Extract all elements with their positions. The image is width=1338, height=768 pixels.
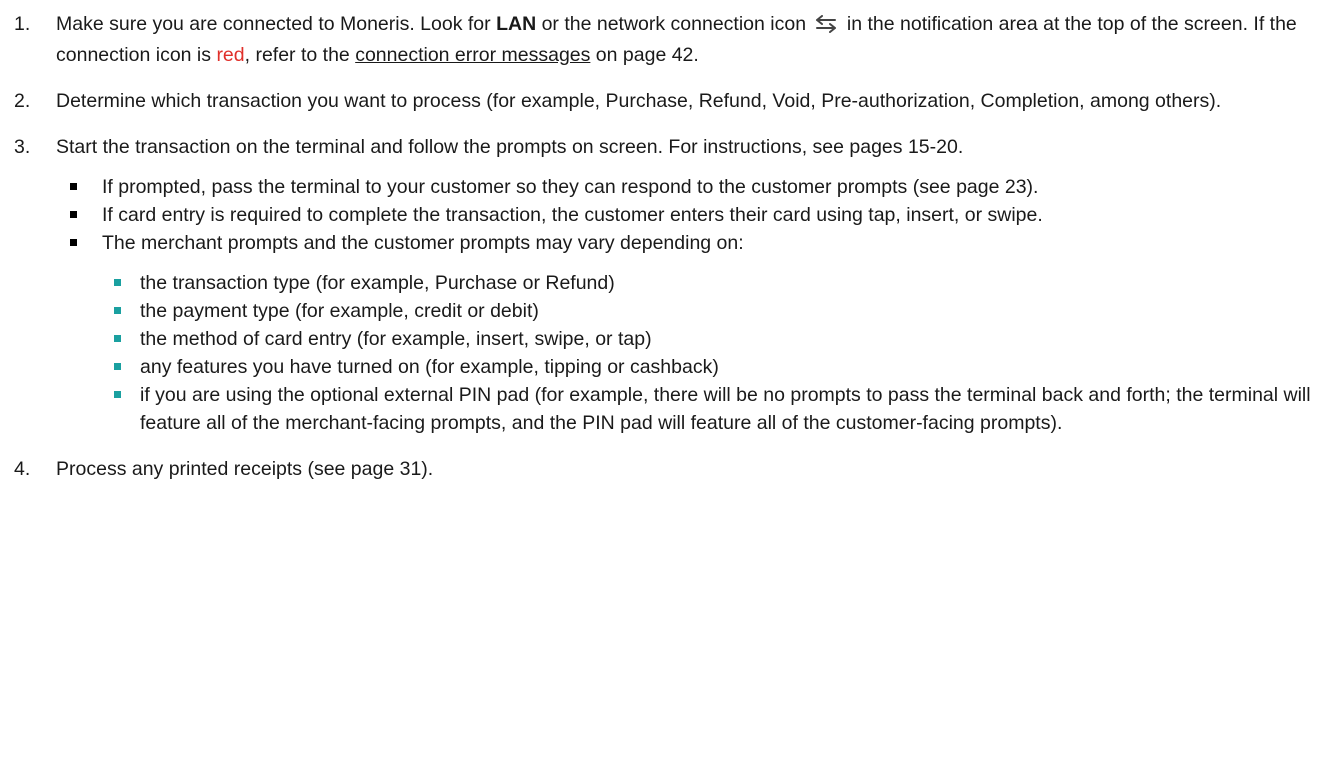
step-4: 4. Process any printed receipts (see pag… <box>0 455 1338 483</box>
square-bullet-icon <box>70 239 77 246</box>
step-text: Determine which transaction you want to … <box>56 90 1222 112</box>
step-text: Make sure you are connected to Moneris. … <box>56 13 497 35</box>
bullet-text: The merchant prompts and the customer pr… <box>102 232 744 254</box>
teal-bullet-icon <box>114 391 121 398</box>
bullet-text: the method of card entry (for example, i… <box>140 328 652 350</box>
square-bullet-icon <box>70 211 77 218</box>
list-item: If prompted, pass the terminal to your c… <box>56 173 1318 201</box>
lan-label: LAN <box>496 13 537 35</box>
teal-bullet-icon <box>114 335 121 342</box>
step-text: or the network connection icon <box>536 13 807 35</box>
list-item: If card entry is required to complete th… <box>56 201 1318 229</box>
bullet-text: the transaction type (for example, Purch… <box>140 272 615 294</box>
teal-bullet-icon <box>114 307 121 314</box>
red-word: red <box>216 44 245 66</box>
document-page: 1. Make sure you are connected to Moneri… <box>0 0 1338 768</box>
step-number: 3. <box>14 136 31 158</box>
step-3-bullets: If prompted, pass the terminal to your c… <box>56 173 1318 437</box>
step-1: 1. Make sure you are connected to Moneri… <box>0 10 1338 69</box>
bullet-text: If prompted, pass the terminal to your c… <box>102 176 1039 198</box>
step-2: 2. Determine which transaction you want … <box>0 87 1338 115</box>
step-number: 4. <box>14 458 31 480</box>
teal-bullet-icon <box>114 363 121 370</box>
step-text: on page 42. <box>590 44 699 66</box>
step-number: 2. <box>14 90 31 112</box>
variation-bullets: the transaction type (for example, Purch… <box>102 269 1318 437</box>
step-text: Process any printed receipts (see page 3… <box>56 458 434 480</box>
square-bullet-icon <box>70 183 77 190</box>
list-item: any features you have turned on (for exa… <box>102 353 1318 381</box>
bullet-text: if you are using the optional external P… <box>140 384 1311 434</box>
step-text: , refer to the <box>244 44 356 66</box>
step-3: 3. Start the transaction on the terminal… <box>0 133 1338 437</box>
list-item: The merchant prompts and the customer pr… <box>56 229 1318 437</box>
bullet-text: the payment type (for example, credit or… <box>140 300 539 322</box>
step-number: 1. <box>14 13 31 35</box>
list-item: the method of card entry (for example, i… <box>102 325 1318 353</box>
teal-bullet-icon <box>114 279 121 286</box>
connection-error-link[interactable]: connection error messages <box>355 44 590 66</box>
bullet-text: any features you have turned on (for exa… <box>140 356 719 378</box>
bullet-text: If card entry is required to complete th… <box>102 204 1043 226</box>
list-item: the transaction type (for example, Purch… <box>102 269 1318 297</box>
network-connection-icon <box>815 13 837 41</box>
list-item: the payment type (for example, credit or… <box>102 297 1318 325</box>
step-text: Start the transaction on the terminal an… <box>56 136 964 158</box>
list-item: if you are using the optional external P… <box>102 381 1318 437</box>
